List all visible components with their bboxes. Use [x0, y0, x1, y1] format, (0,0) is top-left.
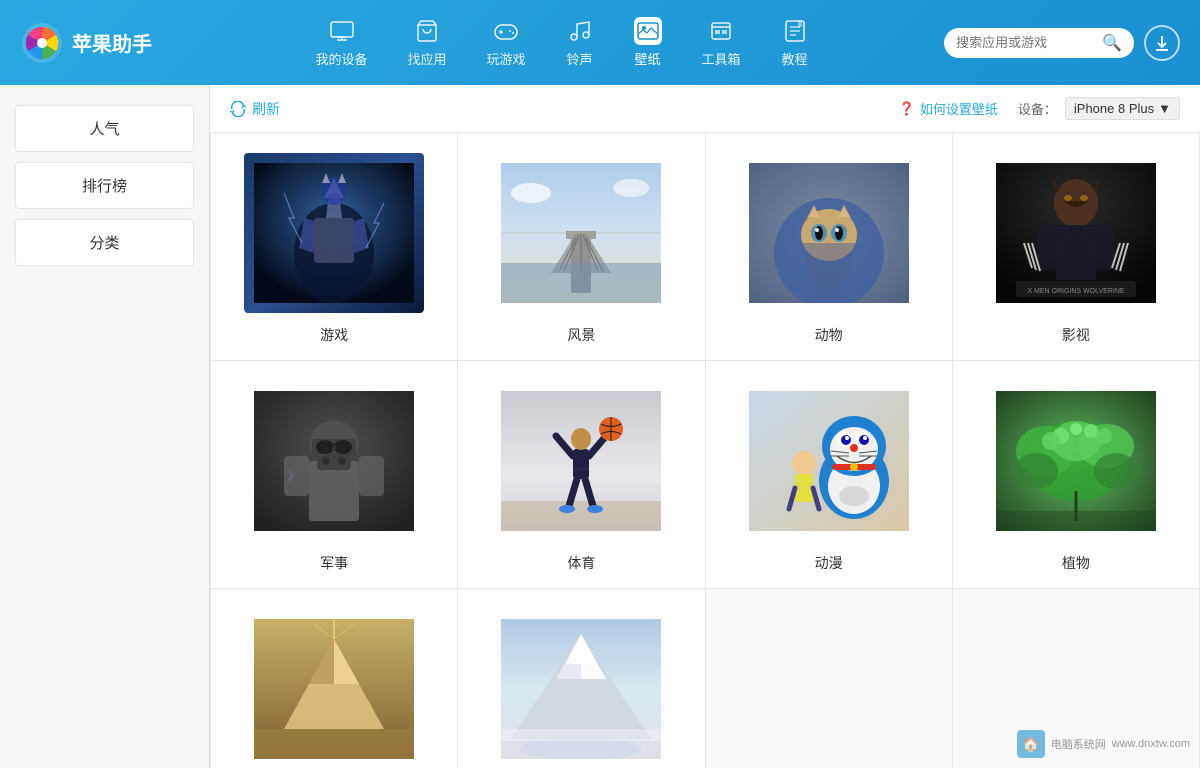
dropdown-arrow-icon: ▼ [1158, 101, 1171, 116]
nav-label-ringtone: 铃声 [567, 49, 593, 68]
wallpaper-label-games: 游戏 [320, 325, 348, 345]
watermark-url: www.dnxtw.com [1112, 738, 1190, 750]
nav-item-ringtone[interactable]: 铃声 [566, 17, 594, 68]
nav-label-device: 我的设备 [316, 49, 368, 68]
wallpaper-thumb-anime [739, 381, 919, 541]
search-input[interactable] [956, 35, 1096, 50]
wallpaper-thumb-row3b [491, 609, 671, 768]
watermark-text: 电脑系统网 [1051, 736, 1106, 752]
nav-label-apps: 找应用 [408, 49, 447, 68]
header-right: ❓ 如何设置壁纸 设备： iPhone 8 Plus ▼ [899, 97, 1180, 120]
wallpaper-grid: 游戏 [210, 133, 1200, 768]
logo-icon [20, 21, 64, 65]
wallpaper-thumb-scenery [491, 153, 671, 313]
device-selector: 设备： iPhone 8 Plus ▼ [1018, 97, 1180, 120]
wallpaper-label-animals: 动物 [815, 325, 843, 345]
content-header: 刷新 ❓ 如何设置壁纸 设备： iPhone 8 Plus ▼ [210, 85, 1200, 133]
wallpaper-cell-sports[interactable]: 体育 [458, 361, 705, 589]
nav-label-tools: 工具箱 [702, 49, 741, 68]
wallpaper-thumb-military [244, 381, 424, 541]
watermark: 🏠 电脑系统网 www.dnxtw.com [1017, 730, 1190, 758]
refresh-button[interactable]: 刷新 [230, 99, 280, 119]
nav-label-tutorial: 教程 [782, 49, 808, 68]
nav-item-apps[interactable]: 找应用 [408, 17, 447, 68]
wallpaper-cell-empty1 [706, 589, 953, 768]
wallpaper-thumb-plants [986, 381, 1166, 541]
nav-item-tools[interactable]: 工具箱 [702, 17, 741, 68]
search-area: 🔍 [944, 25, 1180, 61]
nav-item-device[interactable]: 我的设备 [316, 17, 368, 68]
wallpaper-cell-games[interactable]: 游戏 [211, 133, 458, 361]
wallpaper-cell-movies[interactable]: X MEN ORIGINS WOLVERINE 影视 [953, 133, 1200, 361]
wallpaper-label-scenery: 风景 [567, 325, 595, 345]
main-nav: 我的设备 找应用 玩游戏 [180, 17, 944, 68]
download-button[interactable] [1144, 25, 1180, 61]
device-name-text: iPhone 8 Plus [1074, 101, 1154, 116]
how-to-label: 如何设置壁纸 [920, 99, 998, 118]
nav-label-wallpaper: 壁纸 [635, 49, 661, 68]
apps-icon [413, 17, 441, 45]
wallpaper-icon [634, 17, 662, 45]
tutorial-icon [781, 17, 809, 45]
wallpaper-cell-row3b[interactable] [458, 589, 705, 768]
nav-item-tutorial[interactable]: 教程 [781, 17, 809, 68]
search-box: 🔍 [944, 28, 1134, 58]
device-label: 设备： [1018, 99, 1057, 118]
wallpaper-label-plants: 植物 [1062, 553, 1090, 573]
nav-label-games: 玩游戏 [487, 49, 526, 68]
wallpaper-cell-plants[interactable]: 植物 [953, 361, 1200, 589]
ringtone-icon [566, 17, 594, 45]
svg-text:X MEN ORIGINS WOLVERINE: X MEN ORIGINS WOLVERINE [1027, 288, 1124, 295]
app-title: 苹果助手 [72, 28, 152, 57]
device-dropdown[interactable]: iPhone 8 Plus ▼ [1065, 97, 1180, 120]
wallpaper-cell-scenery[interactable]: 风景 [458, 133, 705, 361]
watermark-icon: 🏠 [1017, 730, 1045, 758]
wallpaper-thumb-sports [491, 381, 671, 541]
wallpaper-thumb-games [244, 153, 424, 313]
sidebar-item-ranking[interactable]: 排行榜 [15, 162, 194, 209]
wallpaper-thumb-animals [739, 153, 919, 313]
logo-area: 苹果助手 [20, 21, 180, 65]
content-area: 刷新 ❓ 如何设置壁纸 设备： iPhone 8 Plus ▼ [210, 85, 1200, 768]
app-header: 苹果助手 我的设备 找应用 [0, 0, 1200, 85]
wallpaper-label-anime: 动漫 [815, 553, 843, 573]
sidebar-item-category[interactable]: 分类 [15, 219, 194, 266]
games-icon [492, 17, 520, 45]
wallpaper-thumb-movies: X MEN ORIGINS WOLVERINE [986, 153, 1166, 313]
tools-icon [707, 17, 735, 45]
nav-item-wallpaper[interactable]: 壁纸 [634, 17, 662, 68]
wallpaper-label-military: 军事 [320, 553, 348, 573]
question-icon: ❓ [899, 101, 915, 117]
how-to-button[interactable]: ❓ 如何设置壁纸 [899, 99, 998, 118]
device-icon [328, 17, 356, 45]
main-layout: 人气 排行榜 分类 刷新 ❓ 如何设置壁纸 设备： [0, 85, 1200, 768]
search-icon[interactable]: 🔍 [1102, 33, 1122, 53]
wallpaper-label-movies: 影视 [1062, 325, 1090, 345]
nav-item-games[interactable]: 玩游戏 [487, 17, 526, 68]
refresh-label: 刷新 [252, 99, 280, 119]
sidebar-item-popular[interactable]: 人气 [15, 105, 194, 152]
wallpaper-label-sports: 体育 [567, 553, 595, 573]
sidebar: 人气 排行榜 分类 [0, 85, 210, 768]
wallpaper-cell-anime[interactable]: 动漫 [706, 361, 953, 589]
wallpaper-cell-animals[interactable]: 动物 [706, 133, 953, 361]
wallpaper-cell-military[interactable]: 军事 [211, 361, 458, 589]
wallpaper-cell-row3a[interactable] [211, 589, 458, 768]
wallpaper-thumb-row3a [244, 609, 424, 768]
